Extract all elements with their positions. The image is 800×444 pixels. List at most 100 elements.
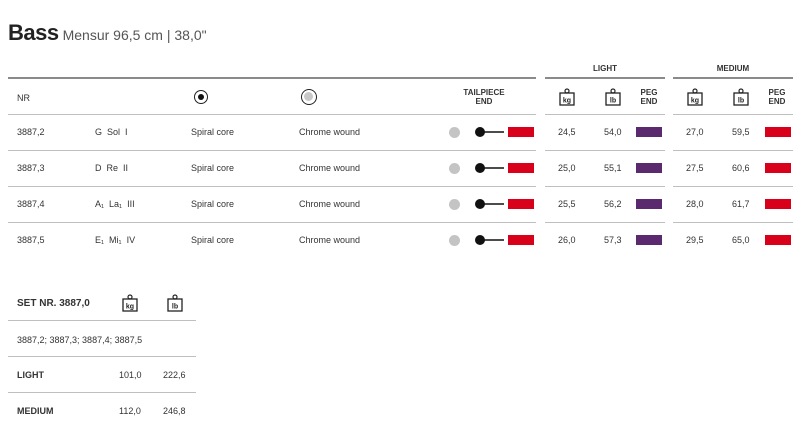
row-divider-medium xyxy=(673,186,793,187)
ball-end-gray-icon xyxy=(449,199,460,210)
row-divider-main xyxy=(8,186,536,187)
tailpiece-color-swatch xyxy=(508,163,534,173)
row-divider-main xyxy=(8,150,536,151)
set-light-rule xyxy=(8,392,196,393)
medium-peg-color-swatch xyxy=(765,235,791,245)
medium-lb: 61,7 xyxy=(732,199,750,209)
light-lb: 54,0 xyxy=(604,127,622,137)
tailpiece-color-swatch xyxy=(508,127,534,137)
medium-kg: 29,5 xyxy=(686,235,704,245)
ball-end-black-icon xyxy=(475,199,504,209)
light-group-header: LIGHT xyxy=(593,64,617,73)
ball-end-black-icon xyxy=(475,163,504,173)
light-kg: 24,5 xyxy=(558,127,576,137)
set-title: SET NR. 3887,0 xyxy=(17,298,90,309)
ball-end-gray-icon xyxy=(449,235,460,246)
light-kg: 25,0 xyxy=(558,163,576,173)
medium-peg-color-swatch xyxy=(765,163,791,173)
light-lb: 55,1 xyxy=(604,163,622,173)
medium-peg-end-line2: END xyxy=(768,97,786,106)
set-light-label: LIGHT xyxy=(17,370,44,380)
row-core: Spiral core xyxy=(191,163,235,173)
tailpiece-color-swatch xyxy=(508,235,534,245)
light-peg-color-swatch xyxy=(636,199,662,209)
row-note: D Re II xyxy=(95,163,129,173)
set-light-lb: 222,6 xyxy=(163,370,186,380)
light-kg-icon: kg xyxy=(559,88,575,106)
row-nr: 3887,4 xyxy=(17,199,45,209)
nr-header: NR xyxy=(17,93,30,103)
set-header-rule xyxy=(8,320,196,321)
light-peg-color-swatch xyxy=(636,163,662,173)
ball-end-black-icon xyxy=(475,127,504,137)
row-nr: 3887,2 xyxy=(17,127,45,137)
row-note: A₁ La₁ III xyxy=(95,199,135,209)
header-top-rule-light xyxy=(545,77,665,79)
row-wound: Chrome wound xyxy=(299,127,361,137)
light-lb: 57,3 xyxy=(604,235,622,245)
light-lb-icon: lb xyxy=(605,88,621,106)
medium-kg: 28,0 xyxy=(686,199,704,209)
header-bottom-rule-medium xyxy=(673,114,793,115)
set-lb-icon: lb xyxy=(167,294,183,312)
row-divider-medium xyxy=(673,222,793,223)
set-light-kg: 101,0 xyxy=(119,370,142,380)
header-top-rule-main xyxy=(8,77,536,79)
header-top-rule-medium xyxy=(673,77,793,79)
light-peg-end-line1: PEG xyxy=(640,88,658,97)
medium-peg-color-swatch xyxy=(765,199,791,209)
title-scale: Mensur 96,5 cm | 38,0" xyxy=(62,27,207,43)
ball-end-gray-icon xyxy=(449,127,460,138)
row-divider-light xyxy=(545,186,665,187)
medium-peg-color-swatch xyxy=(765,127,791,137)
medium-lb-icon: lb xyxy=(733,88,749,106)
medium-peg-end-line1: PEG xyxy=(768,88,786,97)
set-medium-lb: 246,8 xyxy=(163,406,186,416)
medium-peg-end-header: PEG END xyxy=(762,88,792,106)
light-peg-end-header: PEG END xyxy=(634,88,664,106)
medium-group-header: MEDIUM xyxy=(716,64,750,73)
medium-kg-icon: kg xyxy=(687,88,703,106)
tailpiece-end-header-line1: TAILPIECE xyxy=(463,88,505,97)
ball-end-black-icon xyxy=(475,235,504,245)
light-lb: 56,2 xyxy=(604,199,622,209)
row-divider-medium xyxy=(673,150,793,151)
row-nr: 3887,5 xyxy=(17,235,45,245)
row-note: G Sol I xyxy=(95,127,128,137)
medium-kg: 27,5 xyxy=(686,163,704,173)
medium-lb: 59,5 xyxy=(732,127,750,137)
svg-text:lb: lb xyxy=(172,304,178,311)
set-contents: 3887,2; 3887,3; 3887,4; 3887,5 xyxy=(17,335,143,345)
row-core: Spiral core xyxy=(191,127,235,137)
page-title: Bass Mensur 96,5 cm | 38,0" xyxy=(8,20,207,46)
set-medium-label: MEDIUM xyxy=(17,406,54,416)
svg-text:kg: kg xyxy=(126,304,134,311)
light-peg-color-swatch xyxy=(636,235,662,245)
svg-text:lb: lb xyxy=(610,98,616,105)
row-wound: Chrome wound xyxy=(299,235,361,245)
title-bass: Bass xyxy=(8,20,59,45)
tailpiece-end-header-line2: END xyxy=(475,97,493,106)
row-core: Spiral core xyxy=(191,199,235,209)
row-wound: Chrome wound xyxy=(299,199,361,209)
medium-lb: 60,6 xyxy=(732,163,750,173)
row-wound: Chrome wound xyxy=(299,163,361,173)
row-core: Spiral core xyxy=(191,235,235,245)
ball-end-gray-icon xyxy=(449,163,460,174)
row-divider-main xyxy=(8,222,536,223)
set-medium-kg: 112,0 xyxy=(119,406,141,416)
header-bottom-rule-light xyxy=(545,114,665,115)
tailpiece-end-header: TAILPIECE END xyxy=(454,88,514,106)
light-peg-end-line2: END xyxy=(640,97,658,106)
tailpiece-color-swatch xyxy=(508,199,534,209)
light-kg: 25,5 xyxy=(558,199,576,209)
wound-type-radio-icon xyxy=(301,89,317,105)
set-kg-icon: kg xyxy=(122,294,138,312)
svg-text:kg: kg xyxy=(691,98,699,105)
row-nr: 3887,3 xyxy=(17,163,45,173)
core-type-radio-icon xyxy=(194,90,208,104)
light-kg: 26,0 xyxy=(558,235,576,245)
row-divider-light xyxy=(545,150,665,151)
header-bottom-rule-main xyxy=(8,114,536,115)
medium-lb: 65,0 xyxy=(732,235,750,245)
